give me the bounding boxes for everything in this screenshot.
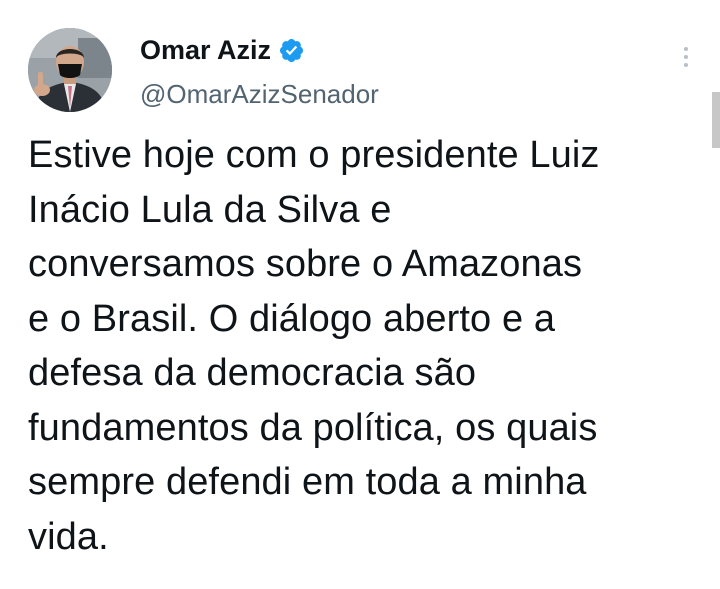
tweet-text: Estive hoje com o presidente Luiz Inácio… — [28, 134, 600, 558]
author-avatar[interactable] — [28, 28, 112, 112]
tweet-card[interactable]: Omar Aziz @OmarAzizSenador Estive hoje c… — [0, 0, 720, 589]
author-handle[interactable]: @OmarAzizSenador — [140, 77, 379, 111]
author-name-row[interactable]: Omar Aziz — [140, 33, 305, 67]
more-vertical-icon — [684, 63, 688, 67]
more-vertical-icon — [684, 47, 688, 51]
more-vertical-icon — [684, 55, 688, 59]
more-options-button[interactable] — [672, 40, 700, 74]
profile-photo-icon — [28, 28, 112, 112]
verified-badge-icon — [278, 37, 305, 64]
author-display-name[interactable]: Omar Aziz — [140, 33, 271, 67]
scrollbar-thumb[interactable] — [712, 92, 720, 148]
